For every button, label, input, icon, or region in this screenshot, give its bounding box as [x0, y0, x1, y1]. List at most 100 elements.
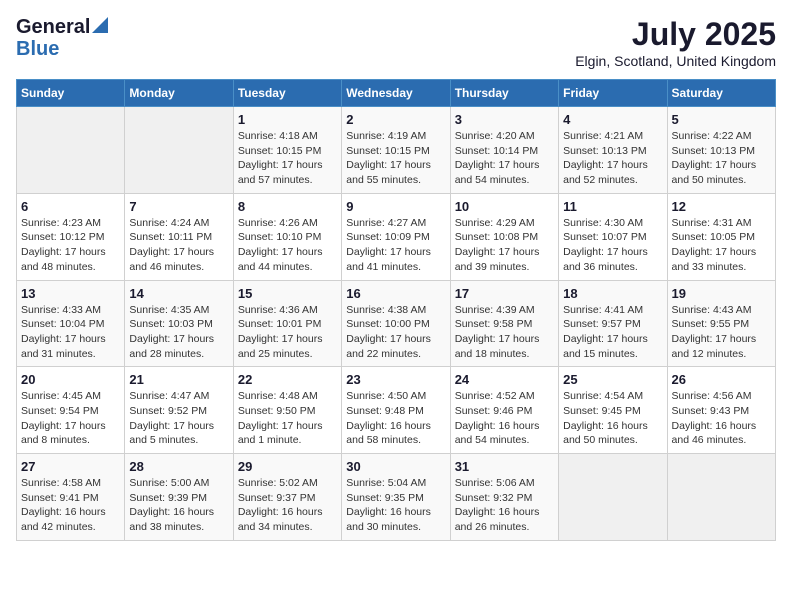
day-info: Sunrise: 4:38 AM Sunset: 10:00 PM Daylig…	[346, 303, 445, 362]
day-info: Sunrise: 4:48 AM Sunset: 9:50 PM Dayligh…	[238, 389, 337, 448]
day-info: Sunrise: 4:52 AM Sunset: 9:46 PM Dayligh…	[455, 389, 554, 448]
day-cell: 18 Sunrise: 4:41 AM Sunset: 9:57 PM Dayli…	[559, 280, 667, 367]
day-number: 25	[563, 372, 662, 387]
day-cell	[125, 107, 233, 194]
day-info: Sunrise: 5:02 AM Sunset: 9:37 PM Dayligh…	[238, 476, 337, 535]
day-info: Sunrise: 4:22 AM Sunset: 10:13 PM Daylig…	[672, 129, 771, 188]
header-cell-monday: Monday	[125, 80, 233, 107]
day-number: 16	[346, 286, 445, 301]
day-cell: 25Sunrise: 4:54 AM Sunset: 9:45 PM Dayli…	[559, 367, 667, 454]
day-cell	[559, 454, 667, 541]
day-info: Sunrise: 5:00 AM Sunset: 9:39 PM Dayligh…	[129, 476, 228, 535]
week-row-1: 1 Sunrise: 4:18 AM Sunset: 10:15 PM Dayli…	[17, 107, 776, 194]
day-info: Sunrise: 4:39 AM Sunset: 9:58 PM Dayligh…	[455, 303, 554, 362]
calendar-subtitle: Elgin, Scotland, United Kingdom	[575, 53, 776, 69]
day-number: 4	[563, 112, 662, 127]
day-number: 13	[21, 286, 120, 301]
day-number: 7	[129, 199, 228, 214]
header-cell-wednesday: Wednesday	[342, 80, 450, 107]
day-number: 28	[129, 459, 228, 474]
day-cell: 12 Sunrise: 4:31 AM Sunset: 10:05 PM Dayl…	[667, 193, 775, 280]
day-info: Sunrise: 4:23 AM Sunset: 10:12 PM Daylig…	[21, 216, 120, 275]
calendar-title: July 2025	[575, 16, 776, 53]
day-info: Sunrise: 4:27 AM Sunset: 10:09 PM Daylig…	[346, 216, 445, 275]
day-number: 26	[672, 372, 771, 387]
day-cell: 6 Sunrise: 4:23 AM Sunset: 10:12 PM Dayli…	[17, 193, 125, 280]
day-info: Sunrise: 4:18 AM Sunset: 10:15 PM Daylig…	[238, 129, 337, 188]
day-cell: 9Sunrise: 4:27 AM Sunset: 10:09 PM Dayli…	[342, 193, 450, 280]
header-cell-tuesday: Tuesday	[233, 80, 341, 107]
day-cell: 5 Sunrise: 4:22 AM Sunset: 10:13 PM Dayli…	[667, 107, 775, 194]
day-info: Sunrise: 4:56 AM Sunset: 9:43 PM Dayligh…	[672, 389, 771, 448]
week-row-2: 6 Sunrise: 4:23 AM Sunset: 10:12 PM Dayli…	[17, 193, 776, 280]
day-number: 20	[21, 372, 120, 387]
calendar-table: SundayMondayTuesdayWednesdayThursdayFrid…	[16, 79, 776, 541]
day-info: Sunrise: 4:33 AM Sunset: 10:04 PM Daylig…	[21, 303, 120, 362]
day-cell: 17 Sunrise: 4:39 AM Sunset: 9:58 PM Dayli…	[450, 280, 558, 367]
day-number: 12	[672, 199, 771, 214]
day-info: Sunrise: 4:58 AM Sunset: 9:41 PM Dayligh…	[21, 476, 120, 535]
day-cell: 30 Sunrise: 5:04 AM Sunset: 9:35 PM Dayli…	[342, 454, 450, 541]
day-number: 17	[455, 286, 554, 301]
day-info: Sunrise: 4:24 AM Sunset: 10:11 PM Daylig…	[129, 216, 228, 275]
day-number: 6	[21, 199, 120, 214]
day-info: Sunrise: 4:31 AM Sunset: 10:05 PM Daylig…	[672, 216, 771, 275]
day-cell: 7 Sunrise: 4:24 AM Sunset: 10:11 PM Dayli…	[125, 193, 233, 280]
day-cell: 26 Sunrise: 4:56 AM Sunset: 9:43 PM Dayli…	[667, 367, 775, 454]
day-info: Sunrise: 4:21 AM Sunset: 10:13 PM Daylig…	[563, 129, 662, 188]
header-cell-sunday: Sunday	[17, 80, 125, 107]
logo-general-text: General	[16, 16, 90, 38]
day-cell: 20 Sunrise: 4:45 AM Sunset: 9:54 PM Dayli…	[17, 367, 125, 454]
day-cell	[17, 107, 125, 194]
day-cell: 3 Sunrise: 4:20 AM Sunset: 10:14 PM Dayli…	[450, 107, 558, 194]
day-cell: 28 Sunrise: 5:00 AM Sunset: 9:39 PM Dayli…	[125, 454, 233, 541]
day-number: 2	[346, 112, 445, 127]
day-info: Sunrise: 4:30 AM Sunset: 10:07 PM Daylig…	[563, 216, 662, 275]
day-number: 29	[238, 459, 337, 474]
title-block: July 2025 Elgin, Scotland, United Kingdo…	[575, 16, 776, 69]
day-info: Sunrise: 4:20 AM Sunset: 10:14 PM Daylig…	[455, 129, 554, 188]
day-info: Sunrise: 4:29 AM Sunset: 10:08 PM Daylig…	[455, 216, 554, 275]
day-cell: 11Sunrise: 4:30 AM Sunset: 10:07 PM Dayl…	[559, 193, 667, 280]
day-info: Sunrise: 4:41 AM Sunset: 9:57 PM Dayligh…	[563, 303, 662, 362]
day-cell: 22Sunrise: 4:48 AM Sunset: 9:50 PM Dayli…	[233, 367, 341, 454]
day-cell	[667, 454, 775, 541]
week-row-5: 27Sunrise: 4:58 AM Sunset: 9:41 PM Dayli…	[17, 454, 776, 541]
header-cell-saturday: Saturday	[667, 80, 775, 107]
day-info: Sunrise: 5:04 AM Sunset: 9:35 PM Dayligh…	[346, 476, 445, 535]
day-cell: 4 Sunrise: 4:21 AM Sunset: 10:13 PM Dayli…	[559, 107, 667, 194]
day-number: 1	[238, 112, 337, 127]
day-info: Sunrise: 4:47 AM Sunset: 9:52 PM Dayligh…	[129, 389, 228, 448]
day-info: Sunrise: 4:35 AM Sunset: 10:03 PM Daylig…	[129, 303, 228, 362]
week-row-4: 20 Sunrise: 4:45 AM Sunset: 9:54 PM Dayli…	[17, 367, 776, 454]
day-number: 24	[455, 372, 554, 387]
day-number: 23	[346, 372, 445, 387]
day-number: 10	[455, 199, 554, 214]
header-row: SundayMondayTuesdayWednesdayThursdayFrid…	[17, 80, 776, 107]
day-info: Sunrise: 4:19 AM Sunset: 10:15 PM Daylig…	[346, 129, 445, 188]
day-number: 8	[238, 199, 337, 214]
day-number: 15	[238, 286, 337, 301]
day-number: 5	[672, 112, 771, 127]
day-cell: 2 Sunrise: 4:19 AM Sunset: 10:15 PM Dayli…	[342, 107, 450, 194]
day-number: 3	[455, 112, 554, 127]
day-cell: 14 Sunrise: 4:35 AM Sunset: 10:03 PM Dayl…	[125, 280, 233, 367]
day-cell: 15Sunrise: 4:36 AM Sunset: 10:01 PM Dayl…	[233, 280, 341, 367]
day-info: Sunrise: 4:26 AM Sunset: 10:10 PM Daylig…	[238, 216, 337, 275]
day-number: 14	[129, 286, 228, 301]
day-cell: 29 Sunrise: 5:02 AM Sunset: 9:37 PM Dayli…	[233, 454, 341, 541]
day-number: 31	[455, 459, 554, 474]
day-number: 18	[563, 286, 662, 301]
day-number: 19	[672, 286, 771, 301]
logo-blue-text: Blue	[16, 38, 108, 60]
day-cell: 24 Sunrise: 4:52 AM Sunset: 9:46 PM Dayli…	[450, 367, 558, 454]
day-cell: 1 Sunrise: 4:18 AM Sunset: 10:15 PM Dayli…	[233, 107, 341, 194]
day-cell: 31 Sunrise: 5:06 AM Sunset: 9:32 PM Dayli…	[450, 454, 558, 541]
day-number: 21	[129, 372, 228, 387]
day-number: 30	[346, 459, 445, 474]
day-cell: 10 Sunrise: 4:29 AM Sunset: 10:08 PM Dayl…	[450, 193, 558, 280]
day-info: Sunrise: 4:45 AM Sunset: 9:54 PM Dayligh…	[21, 389, 120, 448]
day-info: Sunrise: 5:06 AM Sunset: 9:32 PM Dayligh…	[455, 476, 554, 535]
logo: General Blue	[16, 16, 108, 60]
header-cell-friday: Friday	[559, 80, 667, 107]
